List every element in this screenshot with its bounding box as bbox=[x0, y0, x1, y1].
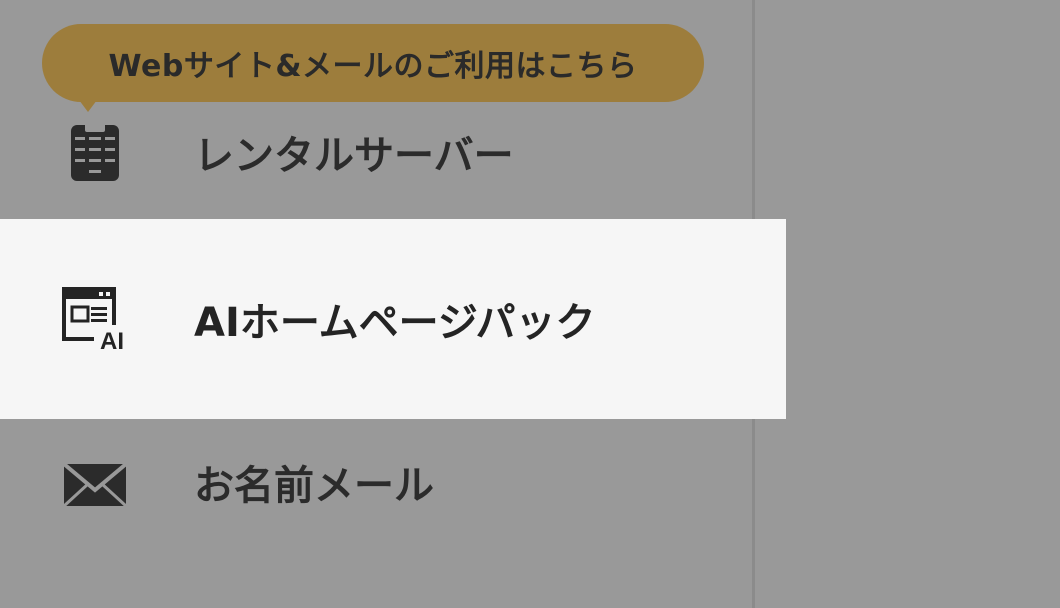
tooltip-text: Webサイト&メールのご利用はこちら bbox=[108, 49, 638, 84]
mail-icon bbox=[60, 447, 130, 517]
service-tooltip: Webサイト&メールのご利用はこちら bbox=[42, 24, 704, 102]
svg-text:AI: AI bbox=[100, 328, 124, 354]
menu-item-ai-homepage-pack[interactable]: AI AIホームページパック bbox=[0, 219, 786, 419]
menu-item-label: お名前メール bbox=[194, 463, 434, 509]
ai-homepage-icon: AI bbox=[60, 284, 130, 354]
server-icon bbox=[60, 117, 130, 187]
dimmed-overlay-area[interactable] bbox=[755, 0, 1060, 608]
menu-item-onamae-mail[interactable]: お名前メール bbox=[0, 432, 752, 532]
menu-item-rental-server[interactable]: レンタルサーバー bbox=[0, 102, 752, 202]
menu-item-label: AIホームページパック bbox=[194, 300, 596, 346]
menu-item-label: レンタルサーバー bbox=[194, 133, 514, 179]
